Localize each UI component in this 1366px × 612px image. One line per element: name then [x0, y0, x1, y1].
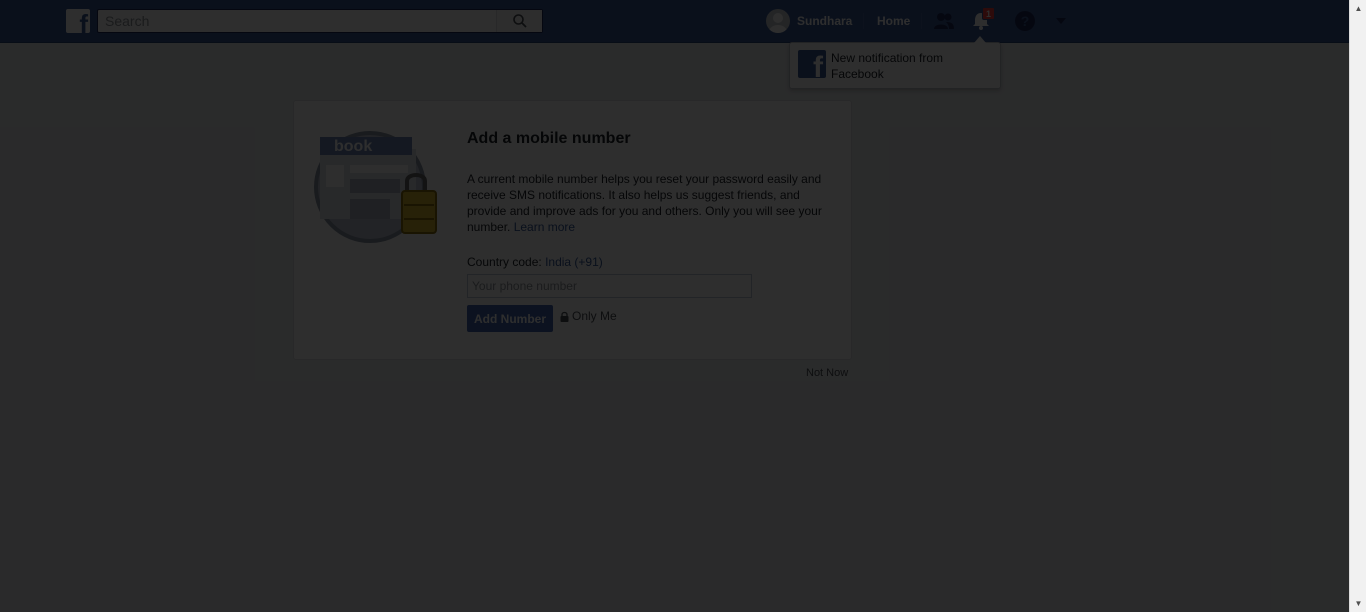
home-link[interactable]: Home	[877, 14, 910, 28]
facebook-f-glyph: f	[813, 51, 823, 79]
help-button[interactable]: ?	[1013, 9, 1037, 33]
learn-more-link[interactable]: Learn more	[514, 220, 575, 234]
friends-icon	[934, 13, 954, 29]
search-icon	[512, 14, 527, 28]
country-code-label: Country code:	[467, 255, 542, 269]
illustration-book-text: book	[334, 138, 372, 155]
search-bar	[97, 9, 543, 33]
privacy-selector[interactable]: Only Me	[560, 309, 617, 323]
vertical-scrollbar[interactable]: ▲ ▼	[1349, 0, 1366, 612]
help-icon: ?	[1015, 11, 1035, 31]
search-input[interactable]	[98, 10, 508, 32]
card-title: Add a mobile number	[467, 130, 631, 147]
nav-divider	[863, 13, 864, 29]
notification-count-badge: 1	[982, 7, 995, 20]
country-code-row: Country code: India (+91)	[467, 255, 603, 269]
add-number-button[interactable]: Add Number	[467, 305, 553, 332]
add-mobile-number-card: book Add a mobile number A current mobil…	[293, 100, 852, 360]
scroll-up-arrow-icon[interactable]: ▲	[1350, 0, 1366, 17]
nav-divider	[921, 13, 922, 29]
lock-icon	[560, 311, 569, 322]
card-description: A current mobile number helps you reset …	[467, 171, 829, 235]
profile-name: Sundhara	[797, 14, 853, 28]
facebook-logo[interactable]: f	[66, 9, 90, 33]
facebook-logo-icon: f	[798, 50, 826, 78]
privacy-label: Only Me	[572, 309, 617, 323]
phone-number-input[interactable]	[467, 274, 752, 298]
top-navigation-bar: f Sundhara Home 1 ?	[0, 0, 1349, 43]
account-menu-button[interactable]	[1049, 9, 1073, 33]
chevron-down-icon	[1056, 18, 1066, 24]
search-button[interactable]	[496, 10, 542, 32]
facebook-f-icon: f	[79, 9, 88, 33]
notification-text: New notification from Facebook	[831, 51, 944, 81]
notification-popup[interactable]: f New notification from Facebook	[789, 36, 1001, 89]
not-now-link[interactable]: Not Now	[806, 367, 848, 379]
profile-link[interactable]: Sundhara	[766, 9, 852, 33]
friend-requests-button[interactable]	[932, 9, 956, 33]
scroll-down-arrow-icon[interactable]: ▼	[1350, 595, 1366, 612]
avatar	[766, 9, 790, 33]
country-code-selector[interactable]: India (+91)	[545, 255, 603, 269]
phone-security-illustration: book	[314, 131, 437, 243]
svg-text:?: ?	[1021, 13, 1030, 29]
